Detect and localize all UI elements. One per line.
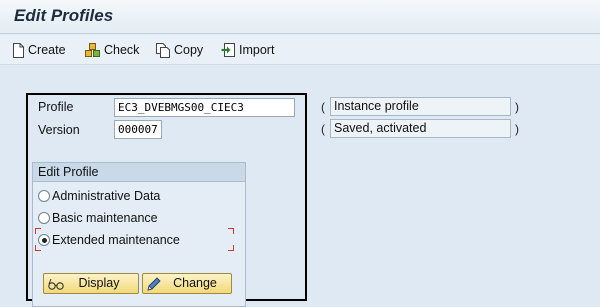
version-status: Saved, activated [330, 119, 511, 138]
import-label: Import [239, 43, 275, 57]
copy-label: Copy [174, 43, 204, 57]
radio-label: Administrative Data [52, 189, 161, 203]
focus-corner-top-right [228, 228, 234, 234]
groupbox-title: Edit Profile [33, 163, 245, 182]
radio-label: Extended maintenance [52, 233, 180, 247]
radio-circle-icon [38, 190, 50, 202]
import-icon [221, 42, 235, 57]
copy-documents-icon [156, 42, 170, 58]
title-bar: Edit Profiles [0, 0, 600, 34]
create-button[interactable]: Create [12, 40, 66, 60]
change-button[interactable]: Change [142, 273, 232, 294]
check-button[interactable]: Check [85, 40, 139, 60]
paren-open: ( [321, 122, 325, 136]
check-label: Check [104, 43, 140, 57]
radio-circle-icon [38, 212, 50, 224]
radio-extended-maintenance[interactable]: Extended maintenance [38, 233, 180, 247]
focus-corner-top-left [35, 228, 41, 234]
check-blocks-icon [85, 42, 100, 57]
copy-button[interactable]: Copy [156, 40, 203, 60]
change-label: Change [173, 276, 217, 290]
import-button[interactable]: Import [221, 40, 274, 60]
paren-open: ( [321, 100, 325, 114]
page-title: Edit Profiles [14, 6, 114, 25]
focus-corner-bottom-left [35, 245, 41, 251]
paren-close: ) [515, 100, 519, 114]
radio-administrative-data[interactable]: Administrative Data [38, 189, 160, 203]
profile-input[interactable]: EC3_DVEBMGS00_CIEC3 [114, 98, 295, 117]
profile-description: Instance profile [330, 97, 511, 116]
profile-label: Profile [38, 100, 74, 114]
display-label: Display [78, 276, 120, 290]
new-document-icon [13, 42, 24, 58]
paren-close: ) [515, 122, 519, 136]
focus-corner-bottom-right [228, 245, 234, 251]
create-label: Create [28, 43, 66, 57]
application-toolbar: Create Check Copy Import [0, 35, 600, 65]
version-label: Version [38, 123, 80, 137]
version-input[interactable]: 000007 [114, 120, 162, 139]
radio-basic-maintenance[interactable]: Basic maintenance [38, 211, 158, 225]
radio-label: Basic maintenance [52, 211, 158, 225]
display-button[interactable]: Display [43, 273, 139, 294]
